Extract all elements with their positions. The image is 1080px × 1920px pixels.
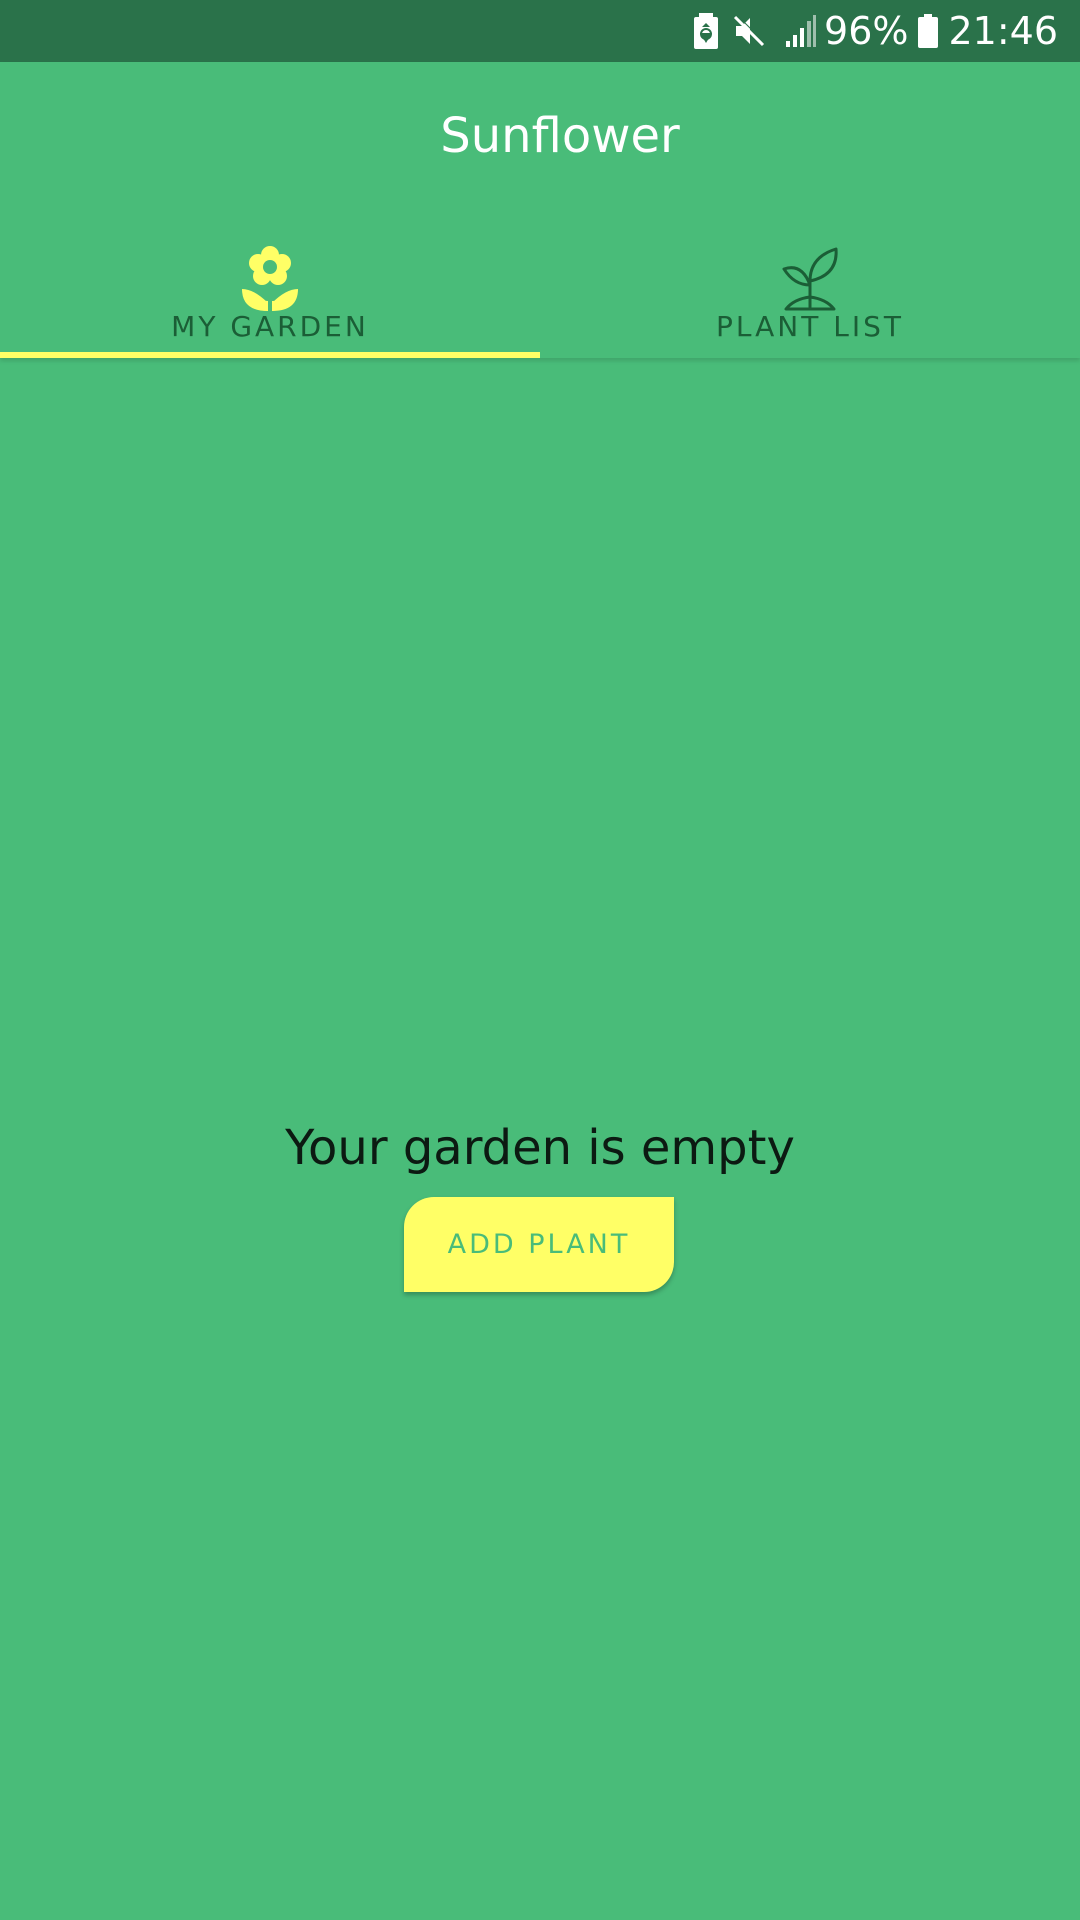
tab-label: MY GARDEN xyxy=(171,310,369,343)
status-time: 21:46 xyxy=(948,9,1058,53)
battery-icon xyxy=(918,0,939,62)
mute-icon xyxy=(732,0,766,62)
battery-percent: 96% xyxy=(824,9,909,53)
sprout-icon xyxy=(780,245,840,311)
battery-saver-icon xyxy=(694,0,719,62)
tab-my-garden[interactable]: MY GARDEN xyxy=(0,212,540,358)
tab-plant-list[interactable]: PLANT LIST xyxy=(540,212,1080,358)
add-plant-button[interactable]: ADD PLANT xyxy=(404,1197,674,1292)
empty-garden-message: Your garden is empty xyxy=(285,1120,795,1176)
app-bar: Sunflower MY GARDEN PLANT LIST xyxy=(0,62,1080,358)
selected-tab-indicator xyxy=(0,352,540,358)
tab-bar: MY GARDEN PLANT LIST xyxy=(0,212,1080,358)
flower-icon xyxy=(240,245,300,311)
status-bar: 96% 21:46 xyxy=(0,0,1080,62)
app-title: Sunflower xyxy=(440,108,680,164)
signal-icon xyxy=(784,0,817,62)
tab-label: PLANT LIST xyxy=(716,310,904,343)
